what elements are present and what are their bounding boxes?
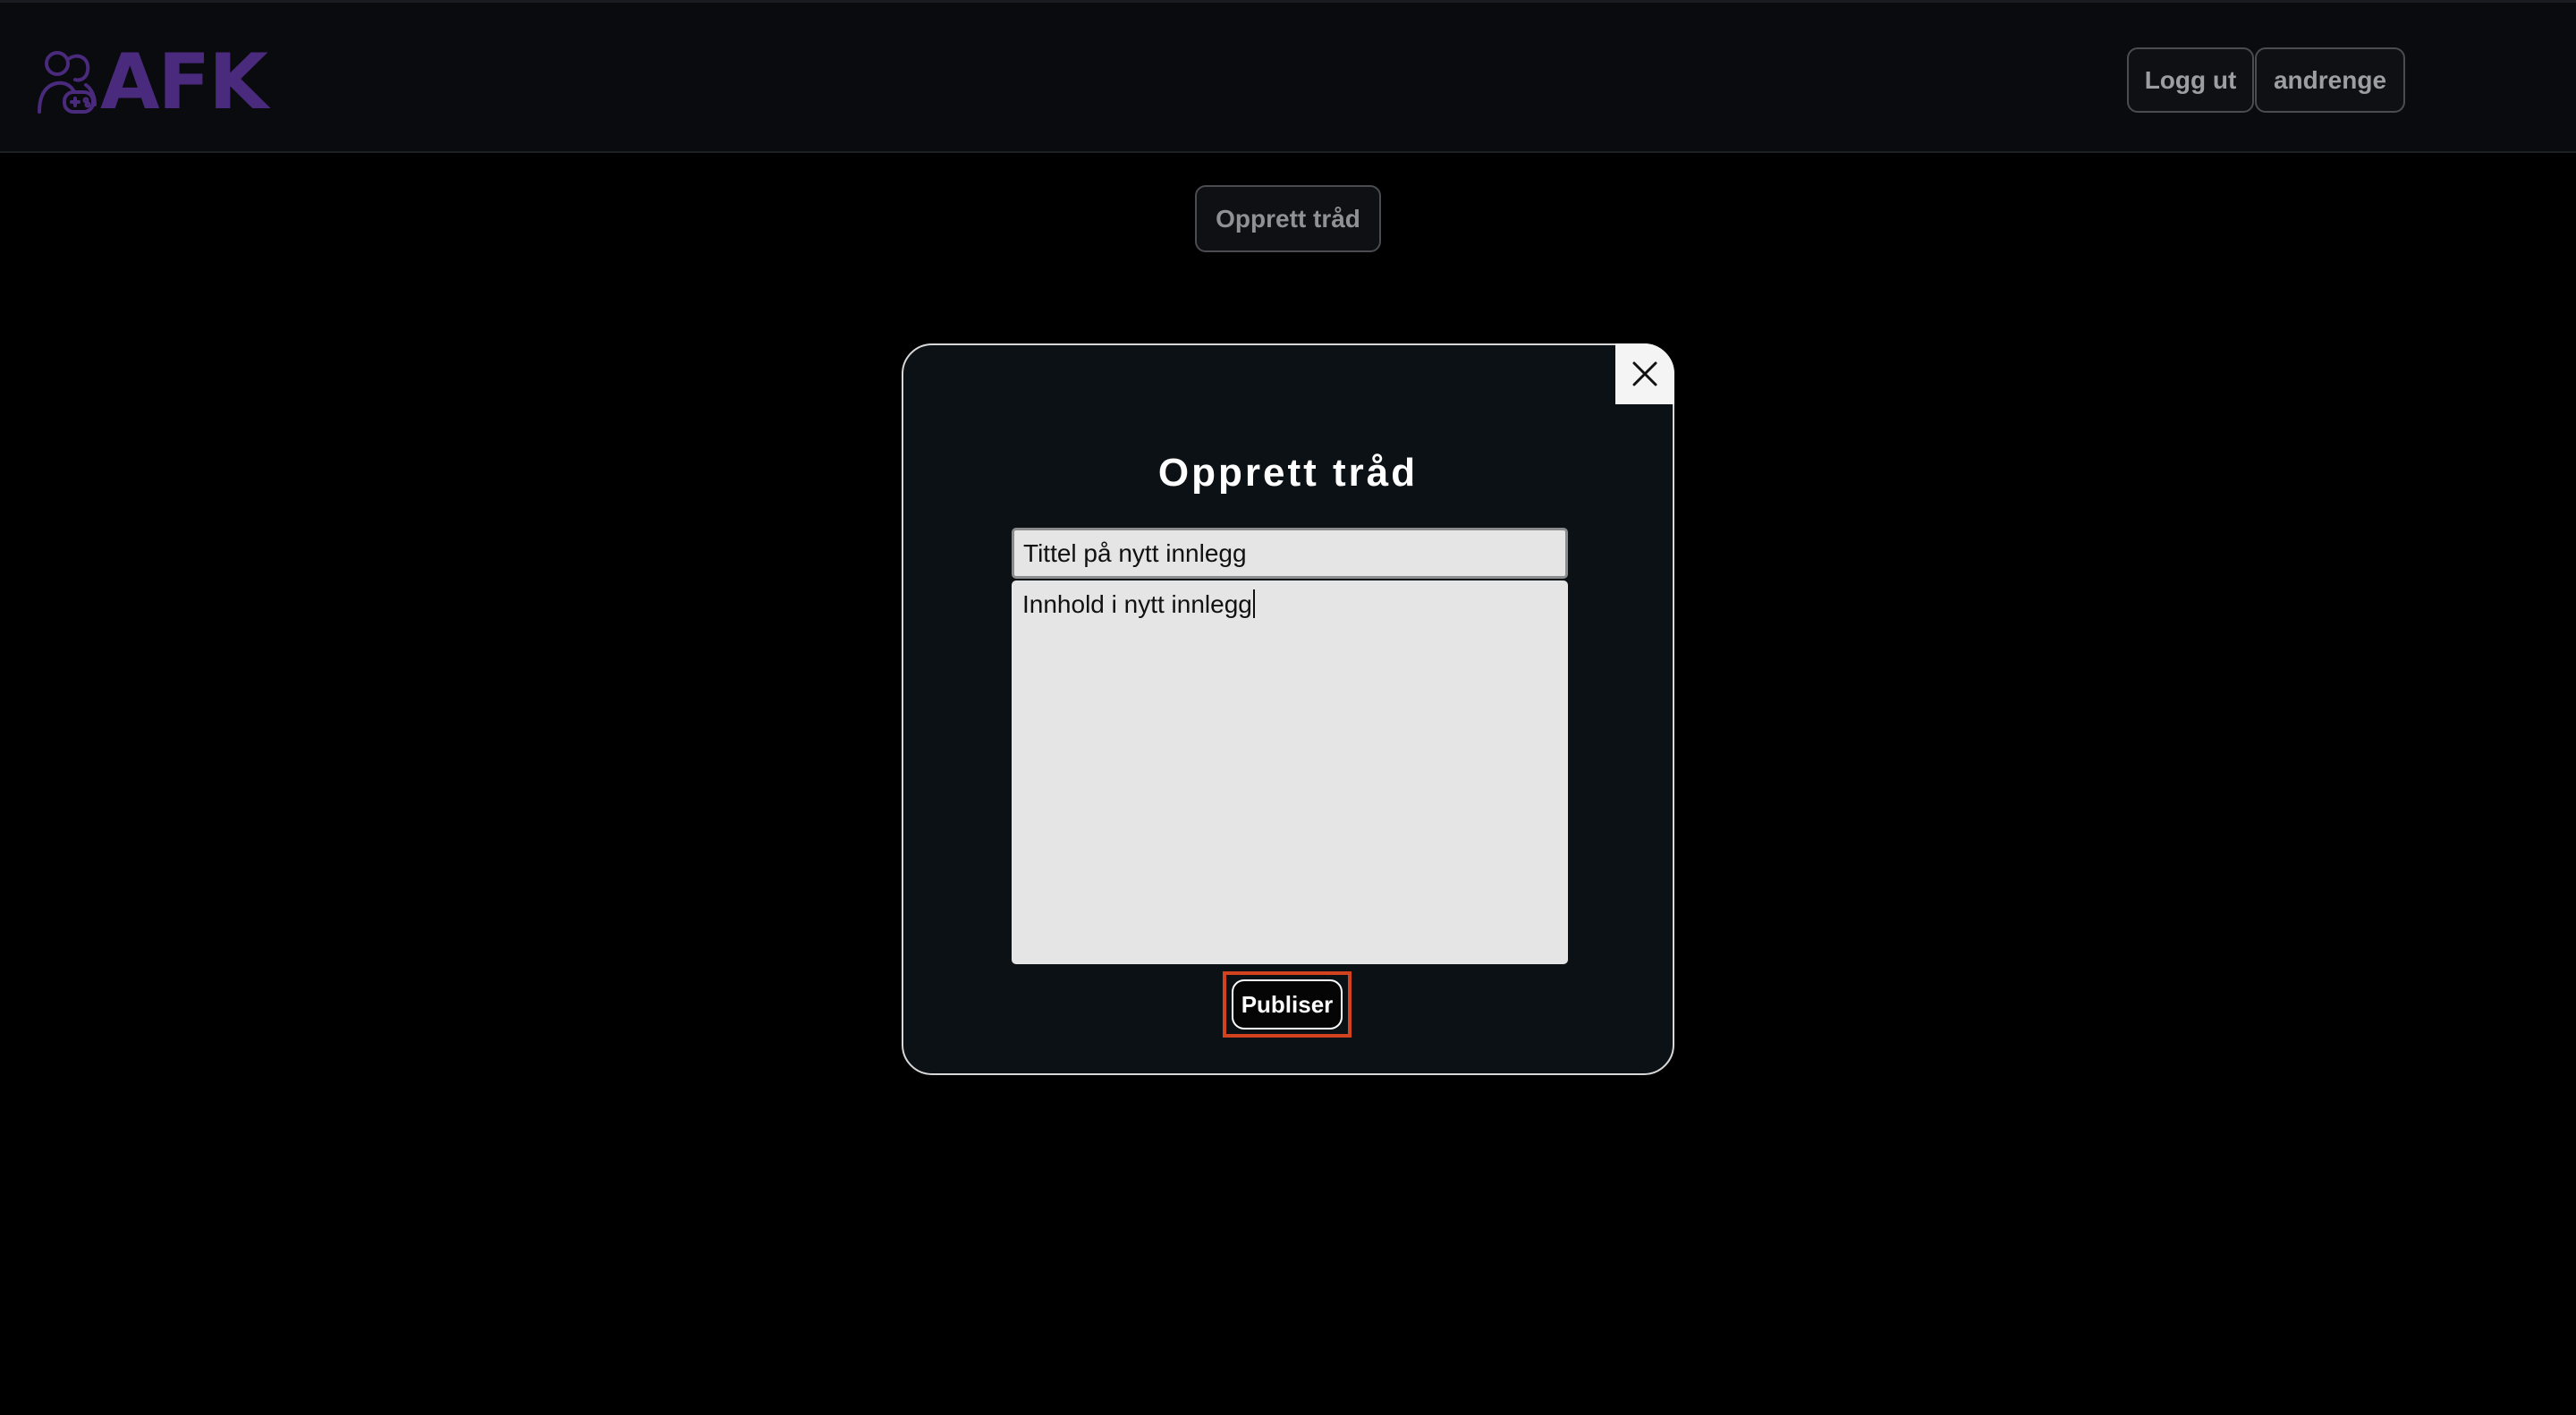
create-thread-modal: Opprett tråd Tittel på nytt innlegg Innh… [902,343,1674,1075]
modal-title: Opprett tråd [1157,451,1419,495]
create-thread-button[interactable]: Opprett tråd [1195,185,1381,252]
close-icon [1632,361,1657,386]
top-navigation-bar: AFK Logg ut andrenge [0,0,2576,153]
logo[interactable]: AFK [34,38,268,127]
thread-title-input[interactable]: Tittel på nytt innlegg [1012,528,1568,579]
thread-content-textarea[interactable]: Innhold i nytt innlegg [1012,580,1568,964]
gamers-logo-icon [38,51,97,114]
user-profile-button[interactable]: andrenge [2255,47,2405,113]
page: AFK Logg ut andrenge Opprett tråd Oppret… [0,0,2576,1415]
thread-title-value: Tittel på nytt innlegg [1023,538,1247,567]
close-button[interactable] [1615,343,1674,404]
thread-content-value: Innhold i nytt innlegg [1022,590,1252,618]
logout-button[interactable]: Logg ut [2127,47,2254,113]
publish-button[interactable]: Publiser [1232,979,1343,1029]
publish-button-focus-ring: Publiser [1223,971,1352,1038]
logo-text: AFK [100,38,268,127]
text-caret [1252,589,1255,618]
